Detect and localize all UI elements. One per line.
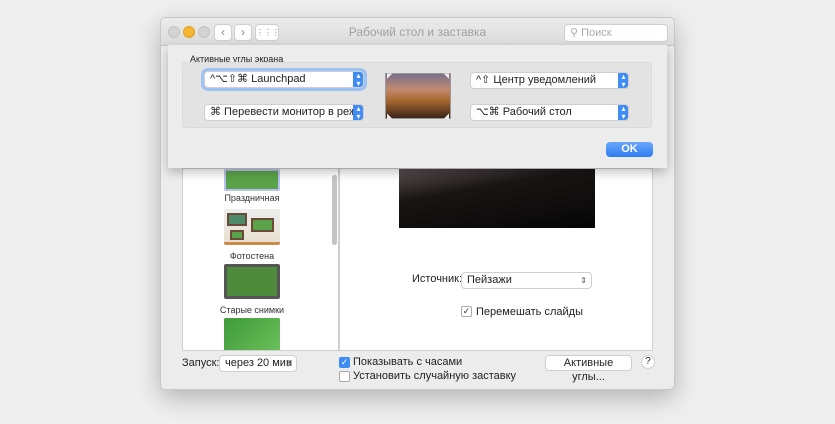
screensaver-thumb-holiday[interactable]: [224, 169, 280, 191]
start-value: через 20 мин: [225, 357, 293, 369]
bottom-right-value: ⌥⌘ Рабочий стол: [476, 106, 572, 118]
top-left-corner-popup[interactable]: ^⌥⇧⌘ Launchpad ▴ ▾: [204, 71, 364, 88]
screensaver-thumb-photowall[interactable]: [224, 209, 280, 245]
list-scrollbar[interactable]: [332, 175, 337, 245]
corner-marker-icon: ◤: [387, 73, 393, 80]
screensaver-label: Фотостена: [229, 251, 275, 261]
random-screensaver-label: Установить случайную заставку: [353, 370, 517, 382]
search-placeholder: Поиск: [581, 27, 612, 39]
shuffle-label: Перемешать слайды: [476, 306, 583, 318]
show-clock-label: Показывать с часами: [353, 356, 463, 368]
screensaver-list: Праздничная Фотостена Старые снимки: [182, 168, 339, 351]
chevron-updown-icon: ▴ ▾: [618, 105, 628, 120]
chevron-updown-icon: ▴ ▾: [353, 105, 363, 120]
top-right-corner-popup[interactable]: ^⇧ Центр уведомлений ▴ ▾: [470, 72, 629, 89]
bottom-left-value: ⌘ Перевести монитор в режим сна: [210, 106, 363, 118]
bottom-right-corner-popup[interactable]: ⌥⌘ Рабочий стол ▴ ▾: [470, 104, 629, 121]
source-label: Источник:: [412, 273, 463, 285]
top-right-value: ^⇧ Центр уведомлений: [476, 74, 597, 86]
corner-marker-icon: ◥: [443, 73, 449, 80]
options-panel: Источник: Пейзажи ⇕ ✓ Перемешать слайды: [339, 168, 653, 351]
source-popup[interactable]: Пейзажи ⇕: [461, 272, 592, 289]
random-screensaver-checkbox[interactable]: [339, 371, 350, 382]
ok-button[interactable]: OK: [606, 142, 653, 157]
start-label: Запуск:: [182, 357, 220, 369]
chevron-updown-icon: ▴ ▾: [618, 73, 628, 88]
screensaver-thumb-vintage[interactable]: [224, 264, 280, 299]
chevron-updown-icon: ▴ ▾: [353, 72, 363, 87]
top-left-value: ^⌥⇧⌘ Launchpad: [210, 73, 306, 85]
hot-corners-button[interactable]: Активные углы...: [545, 355, 632, 383]
title-bar: ‹ › ⋮⋮⋮ Рабочий стол и заставка ⚲ Поиск: [161, 18, 674, 46]
shuffle-checkbox[interactable]: ✓: [461, 306, 472, 317]
hot-corners-sheet: Активные углы экрана ^⌥⇧⌘ Launchpad ▴ ▾ ⌘ …: [168, 45, 667, 168]
chevron-updown-icon: ⇕: [580, 276, 587, 285]
screensaver-label: Праздничная: [224, 193, 280, 203]
search-input[interactable]: ⚲ Поиск: [564, 24, 668, 42]
desktop-preview: ◤ ◥ ◣ ◢: [385, 73, 451, 120]
search-icon: ⚲: [570, 27, 582, 39]
corner-marker-icon: ◢: [443, 113, 449, 120]
chevron-updown-icon: ⇕: [285, 359, 292, 368]
source-value: Пейзажи: [467, 274, 512, 286]
bottom-left-corner-popup[interactable]: ⌘ Перевести монитор в режим сна▴▾: [204, 104, 364, 121]
corner-marker-icon: ◣: [387, 113, 393, 120]
show-clock-checkbox[interactable]: ✓: [339, 357, 350, 368]
screensaver-thumb[interactable]: [224, 318, 280, 350]
start-after-popup[interactable]: через 20 мин ⇕: [219, 355, 297, 372]
screensaver-preview: [399, 169, 595, 228]
screensaver-label: Старые снимки: [219, 305, 285, 315]
help-button[interactable]: ?: [641, 355, 655, 369]
